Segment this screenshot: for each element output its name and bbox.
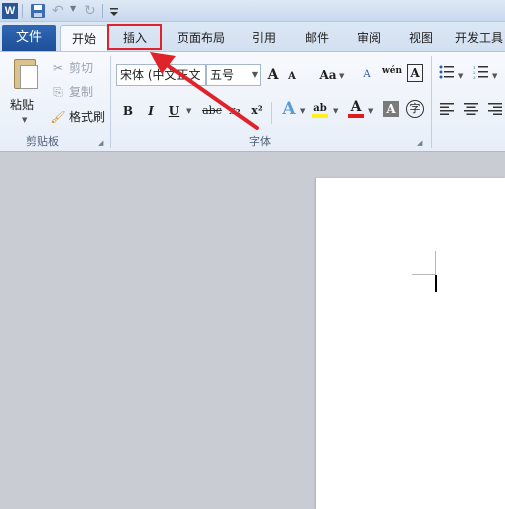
baidu-watermark-url: jingyan.baidu.com (384, 486, 468, 496)
annotation-arrow (150, 52, 259, 130)
